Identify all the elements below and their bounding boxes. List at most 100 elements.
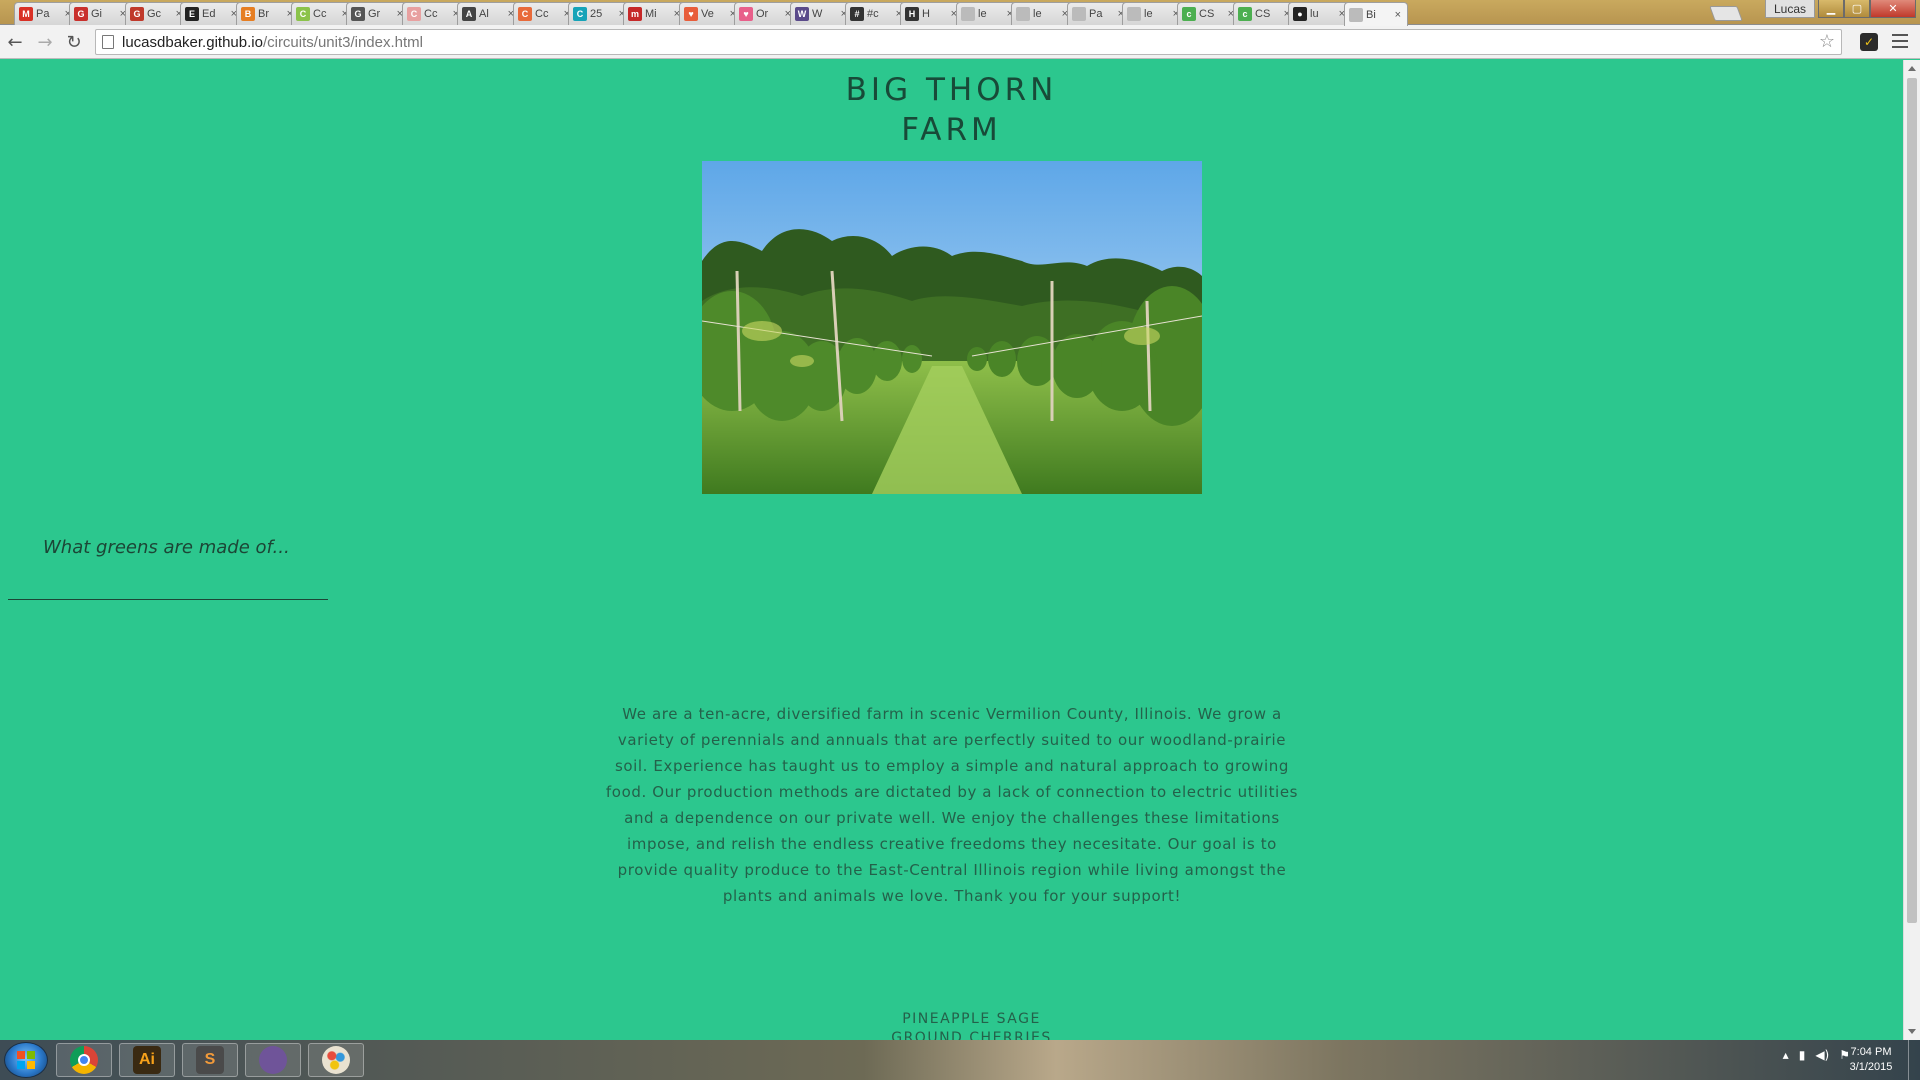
tab-title: Br bbox=[258, 8, 269, 20]
url-text: lucasdbaker.github.io/circuits/unit3/ind… bbox=[122, 34, 423, 51]
tab-favicon-icon bbox=[1016, 7, 1030, 21]
tab-favicon-icon: C bbox=[573, 7, 587, 21]
taskbar-app-githubapp[interactable] bbox=[245, 1043, 301, 1077]
tray-expand-icon[interactable]: ▴ bbox=[1783, 1048, 1789, 1062]
reload-icon[interactable]: ↻ bbox=[63, 31, 85, 53]
divider bbox=[8, 599, 328, 600]
tab-title: Pa bbox=[36, 8, 50, 20]
browser-tab[interactable]: ● lu × bbox=[1288, 2, 1352, 25]
tab-title: le bbox=[978, 8, 987, 20]
tab-favicon-icon: ♥ bbox=[684, 7, 698, 21]
back-arrow-icon[interactable]: ← bbox=[4, 31, 26, 53]
tab-title: Cc bbox=[535, 8, 549, 20]
tab-title: Cc bbox=[313, 8, 327, 20]
tab-favicon-icon: A bbox=[462, 7, 476, 21]
product-item: GROUND CHERRIES bbox=[891, 1030, 1052, 1040]
tab-favicon-icon bbox=[961, 7, 975, 21]
extension-icon[interactable]: ✓ bbox=[1860, 33, 1878, 51]
browser-tab[interactable]: le × bbox=[1011, 2, 1075, 25]
tab-title: Gc bbox=[147, 8, 162, 20]
site-title: BIG THORN FARM bbox=[0, 70, 1903, 150]
tab-title: CS bbox=[1255, 8, 1271, 20]
tab-favicon-icon: G bbox=[130, 7, 144, 21]
about-paragraph: We are a ten-acre, diversified farm in s… bbox=[605, 705, 1299, 905]
browser-tab[interactable]: G Gr × bbox=[346, 2, 410, 25]
browser-tab[interactable]: A Al × bbox=[457, 2, 521, 25]
chrome-icon bbox=[70, 1046, 98, 1074]
tab-title: Bi bbox=[1366, 8, 1376, 21]
tab-title: le bbox=[1033, 8, 1042, 20]
site-title-line1: BIG THORN bbox=[845, 72, 1058, 108]
url-host: lucasdbaker.github.io bbox=[122, 33, 263, 51]
tab-favicon-icon: M bbox=[19, 7, 33, 21]
tab-title: Al bbox=[479, 8, 489, 20]
browser-tab[interactable]: Bi × bbox=[1344, 2, 1408, 26]
tab-favicon-icon: G bbox=[351, 7, 365, 21]
githubapp-icon bbox=[259, 1046, 287, 1074]
taskbar-clock[interactable]: 7:04 PM 3/1/2015 bbox=[1836, 1045, 1906, 1075]
forward-arrow-icon[interactable]: → bbox=[34, 31, 56, 53]
web-page: BIG THORN FARM What greens are made of..… bbox=[0, 60, 1903, 1040]
taskbar-app-chrome[interactable] bbox=[56, 1043, 112, 1077]
minimize-button[interactable]: ▁ bbox=[1818, 0, 1844, 18]
page-scrollbar[interactable] bbox=[1903, 60, 1920, 1040]
taskbar-app-paint[interactable] bbox=[308, 1043, 364, 1077]
tab-favicon-icon: G bbox=[74, 7, 88, 21]
profile-button[interactable]: Lucas bbox=[1765, 0, 1815, 18]
tab-title: Ve bbox=[701, 8, 714, 20]
browser-tab[interactable]: H H × bbox=[900, 2, 964, 25]
clock-date: 3/1/2015 bbox=[1849, 1061, 1893, 1073]
new-tab-button[interactable] bbox=[1709, 6, 1743, 21]
browser-toolbar: ← → ↻ lucasdbaker.github.io/circuits/uni… bbox=[0, 25, 1920, 59]
address-bar[interactable]: lucasdbaker.github.io/circuits/unit3/ind… bbox=[95, 29, 1842, 55]
tab-favicon-icon: ♥ bbox=[739, 7, 753, 21]
taskbar-app-sublime[interactable]: S bbox=[182, 1043, 238, 1077]
maximize-button[interactable]: ▢ bbox=[1844, 0, 1870, 18]
chrome-menu-icon[interactable] bbox=[1892, 34, 1908, 48]
close-window-button[interactable]: ✕ bbox=[1870, 0, 1916, 18]
network-icon[interactable]: ▮ bbox=[1799, 1048, 1806, 1062]
scroll-up-arrow-icon[interactable] bbox=[1908, 66, 1916, 71]
tab-favicon-icon: c bbox=[1182, 7, 1196, 21]
volume-icon[interactable]: ◀) bbox=[1815, 1048, 1829, 1062]
scrollbar-thumb[interactable] bbox=[1907, 78, 1917, 923]
tab-favicon-icon: ● bbox=[1293, 7, 1307, 21]
browser-tab[interactable]: ♥ Or × bbox=[734, 2, 798, 25]
tab-favicon-icon: H bbox=[905, 7, 919, 21]
page-icon bbox=[102, 35, 114, 49]
tab-favicon-icon bbox=[1072, 7, 1086, 21]
tab-favicon-icon: # bbox=[850, 7, 864, 21]
taskbar-app-illustrator[interactable]: Ai bbox=[119, 1043, 175, 1077]
windows-logo-icon bbox=[17, 1051, 35, 1069]
tagline: What greens are made of... bbox=[43, 537, 290, 558]
tab-favicon-icon: C bbox=[518, 7, 532, 21]
tab-title: Gr bbox=[368, 8, 381, 20]
tab-favicon-icon: c bbox=[1238, 7, 1252, 21]
tab-favicon-icon: B bbox=[241, 7, 255, 21]
site-title-line2: FARM bbox=[901, 112, 1002, 148]
product-list: PINEAPPLE SAGE GROUND CHERRIES bbox=[0, 1010, 1903, 1040]
illustrator-icon: Ai bbox=[133, 1046, 161, 1074]
tab-title: Ed bbox=[202, 8, 216, 20]
url-path: /circuits/unit3/index.html bbox=[262, 33, 424, 51]
tab-title: Cc bbox=[424, 8, 438, 20]
sublime-icon: S bbox=[196, 1046, 224, 1074]
bookmark-star-icon[interactable]: ☆ bbox=[1819, 31, 1835, 52]
tab-close-icon[interactable]: × bbox=[1395, 9, 1401, 21]
tab-favicon-icon: C bbox=[407, 7, 421, 21]
tab-title: le bbox=[1144, 8, 1153, 20]
browser-tab[interactable]: E Ed × bbox=[180, 2, 244, 25]
product-item: PINEAPPLE SAGE bbox=[902, 1011, 1041, 1027]
scroll-down-arrow-icon[interactable] bbox=[1908, 1029, 1916, 1034]
browser-tab[interactable]: m Mi × bbox=[623, 2, 687, 25]
start-button[interactable] bbox=[4, 1042, 48, 1078]
tab-title: Mi bbox=[645, 8, 657, 20]
show-desktop-button[interactable] bbox=[1908, 1040, 1920, 1080]
tab-title: #c bbox=[867, 8, 879, 20]
browser-tab[interactable]: G Gi × bbox=[69, 2, 133, 25]
browser-tab[interactable]: c CS × bbox=[1177, 2, 1241, 25]
tab-strip: M Pa × G Gi × G Gc × E Ed × B Br × C Cc × G Gr × C Cc × A Al × C Cc ×… bbox=[0, 0, 1920, 26]
tab-favicon-icon: E bbox=[185, 7, 199, 21]
tab-title: lu bbox=[1310, 8, 1319, 20]
tab-title: CS bbox=[1199, 8, 1215, 20]
